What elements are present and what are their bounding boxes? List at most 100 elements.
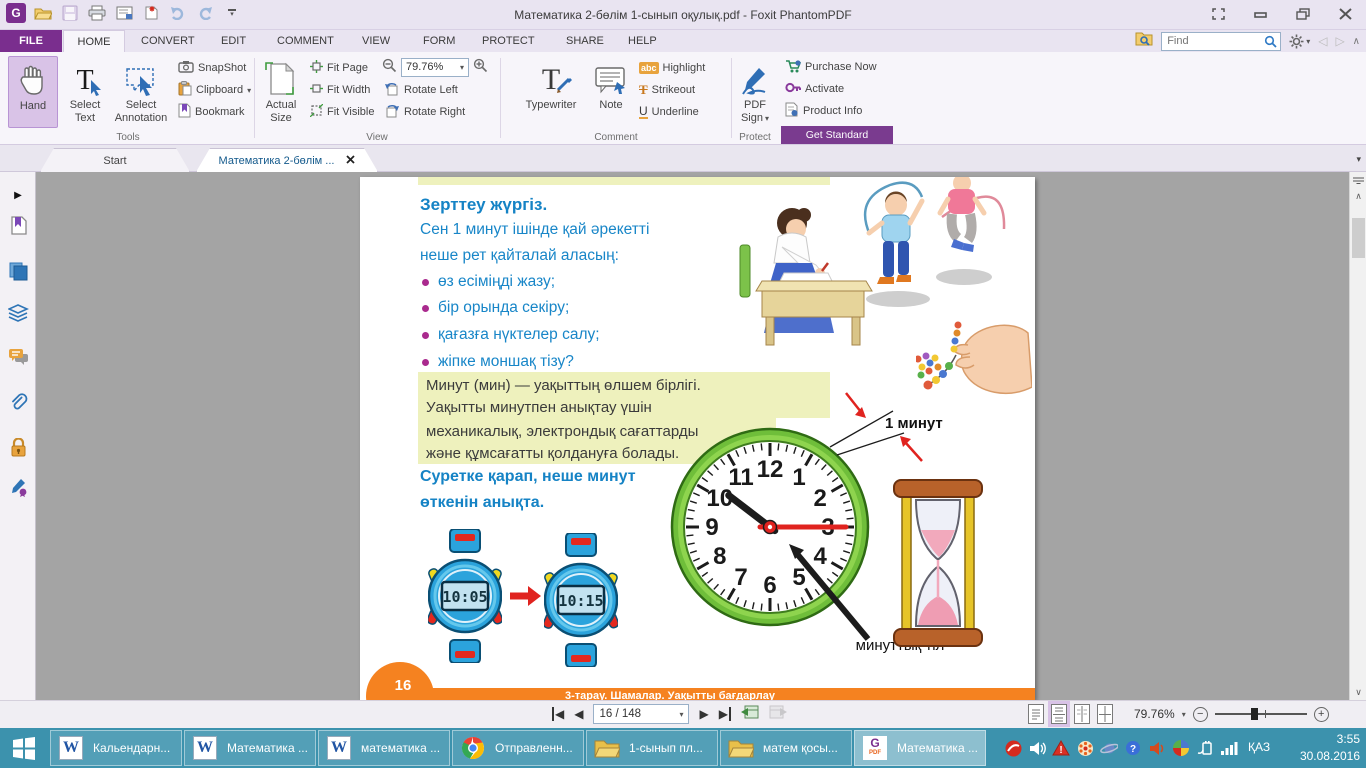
next-page-icon[interactable]: ▶ [699,707,708,721]
tab-help[interactable]: HELP [614,30,671,52]
tray-audio-icon[interactable] [1148,739,1166,757]
vertical-scrollbar[interactable]: ∧ ∨ [1349,172,1366,700]
bookmark-button[interactable]: Bookmark [178,101,245,123]
tray-antivirus-icon[interactable] [1004,739,1022,757]
tab-comment[interactable]: COMMENT [263,30,348,52]
nav-security-icon[interactable] [0,432,36,462]
status-zoom-caret[interactable]: ▾ [1182,710,1186,719]
taskbar-folder-1[interactable]: 1-сынып пл... [586,730,718,766]
select-text-button[interactable]: T Select Text [62,56,108,134]
scrollbar-split-handle[interactable] [1350,172,1366,188]
email-icon[interactable] [114,3,134,23]
close-icon[interactable] [1332,4,1358,24]
highlight-button[interactable]: abc Highlight [639,57,705,79]
rotate-left-button[interactable]: Rotate Left [384,79,458,101]
tab-view[interactable]: VIEW [348,30,404,52]
expand-nav-panel-icon[interactable]: ▶ [0,180,36,210]
tab-form[interactable]: FORM [409,30,469,52]
doc-tab-document[interactable]: Математика 2-бөлім ... [196,148,378,172]
underline-button[interactable]: U Underline [639,101,699,123]
doc-tab-list-dropdown-icon[interactable]: ▾ [1356,154,1361,165]
last-page-icon[interactable]: ▶ [719,707,731,721]
tab-convert[interactable]: CONVERT [127,30,209,52]
nav-comments-icon[interactable] [0,342,36,372]
tray-helper-icon[interactable]: ? [1124,739,1142,757]
taskbar-foxit-active[interactable]: G PDF Математика ... [854,730,986,766]
collapse-ribbon-icon[interactable]: ∧ [1353,36,1360,47]
nav-attachments-icon[interactable] [0,387,36,417]
zoom-in-icon[interactable] [473,58,488,76]
purchase-now-button[interactable]: Purchase Now [785,56,877,78]
taskbar-word-2[interactable]: W Математика ... [184,730,316,766]
fullscreen-icon[interactable] [1206,4,1232,24]
actual-size-button[interactable]: Actual Size [258,56,304,134]
continuous-facing-view-icon[interactable] [1097,704,1113,724]
first-page-icon[interactable]: ◀ [552,707,564,721]
foxit-logo-icon[interactable]: G [6,3,26,23]
customize-qat-icon[interactable]: ▾ [222,3,242,23]
find-in-files-icon[interactable] [1135,31,1153,51]
pdf-sign-button[interactable]: PDF Sign ▾ [735,56,775,134]
fit-width-button[interactable]: Fit Width [310,79,370,101]
tray-updater-icon[interactable] [1076,739,1094,757]
tab-edit[interactable]: EDIT [207,30,260,52]
single-page-view-icon[interactable] [1028,704,1044,724]
zoom-in-button[interactable]: + [1313,706,1329,722]
save-icon[interactable] [60,3,80,23]
hand-tool-button[interactable]: Hand [8,56,58,128]
find-next-icon[interactable]: ▷ [1335,34,1344,48]
pdf-page[interactable]: Зерттеу жүргіз. Сен 1 минут ішінде қай ә… [360,177,1035,700]
select-annotation-button[interactable]: Select Annotation [110,56,172,134]
undo-icon[interactable] [168,3,188,23]
taskbar-clock[interactable]: 3:55 30.08.2016 [1300,731,1360,765]
tab-share[interactable]: SHARE [552,30,618,52]
tray-network-icon[interactable] [1220,739,1238,757]
snapshot-button[interactable]: SnapShot [178,57,246,79]
note-button[interactable]: Note [589,56,633,134]
get-standard-label[interactable]: Get Standard [781,126,893,144]
clipboard-button[interactable]: Clipboard ▾ [178,79,251,101]
find-options-gear-icon[interactable]: ▾ [1289,34,1310,49]
taskbar-word-1[interactable]: W Кальендарн... [50,730,182,766]
tray-planet-icon[interactable] [1100,739,1118,757]
taskbar-folder-2[interactable]: матем қосы... [720,730,852,766]
zoom-slider[interactable] [1214,706,1307,722]
zoom-slider-thumb[interactable] [1250,708,1258,720]
search-icon[interactable] [1264,35,1277,48]
activate-button[interactable]: Activate [785,78,844,100]
doc-tab-close-icon[interactable] [346,155,355,167]
zoom-out-icon[interactable] [382,58,397,76]
doc-tab-start[interactable]: Start [40,148,190,172]
taskbar-word-3[interactable]: W математика ... [318,730,450,766]
find-previous-icon[interactable]: ◁ [1318,34,1327,48]
minimize-icon[interactable] [1248,4,1274,24]
facing-view-icon[interactable] [1074,704,1090,724]
zoom-level-combobox[interactable]: 79.76% ▾ [401,57,469,77]
page-number-box[interactable]: 16 / 148 ▾ [593,704,690,724]
tray-warning-icon[interactable]: ! [1052,739,1070,757]
next-view-icon[interactable] [769,704,787,724]
new-from-clipboard-icon[interactable] [141,3,161,23]
product-info-button[interactable]: Product Info [785,100,862,122]
language-indicator[interactable]: ҚАЗ [1248,740,1270,754]
print-icon[interactable] [87,3,107,23]
tab-file[interactable]: FILE [0,30,62,52]
strikeout-button[interactable]: T Strikeout [639,79,695,101]
redo-icon[interactable] [195,3,215,23]
tray-power-icon[interactable] [1196,739,1214,757]
zoom-out-button[interactable]: − [1192,706,1208,722]
nav-signature-icon[interactable] [0,472,36,502]
find-input[interactable] [1165,34,1265,48]
nav-pages-icon[interactable] [0,256,36,286]
fit-visible-button[interactable]: Fit Visible [309,101,374,123]
previous-page-icon[interactable]: ◀ [574,707,583,721]
start-button[interactable] [0,728,48,768]
nav-layers-icon[interactable] [0,298,36,328]
rotate-right-button[interactable]: Rotate Right [384,101,465,123]
tray-pinwheel-icon[interactable] [1172,739,1190,757]
tab-protect[interactable]: PROTECT [468,30,549,52]
taskbar-chrome[interactable]: Отправленн... [452,730,584,766]
tray-volume-icon[interactable] [1028,739,1046,757]
fit-page-button[interactable]: Fit Page [310,57,368,79]
open-file-icon[interactable] [33,3,53,23]
